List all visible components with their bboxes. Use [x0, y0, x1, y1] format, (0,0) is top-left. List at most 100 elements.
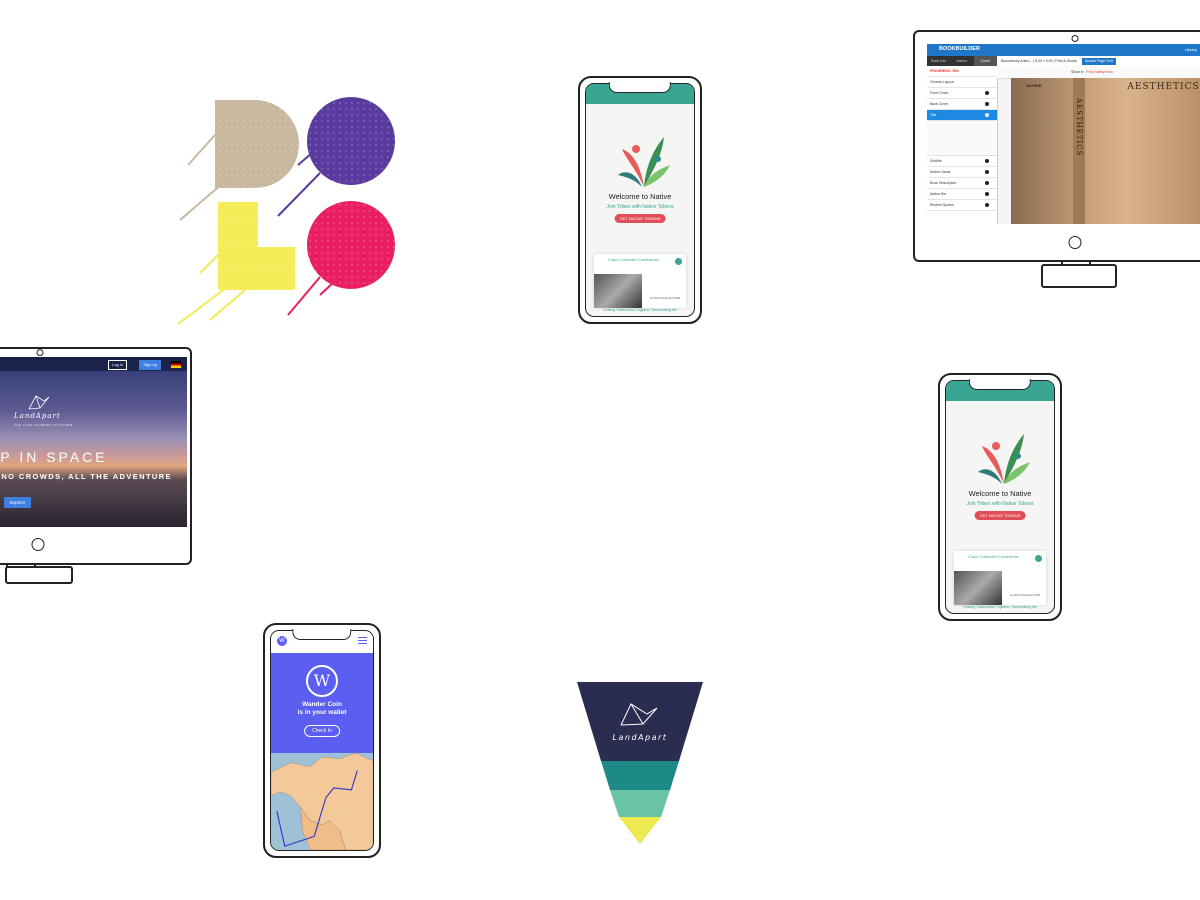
get-native-tokens-button[interactable]: GET NATIVE TOKENS	[614, 214, 666, 223]
event-card-title: Cloud Collective Conference	[608, 257, 659, 262]
native-phone-mockup-2: Welcome to Native Join Tribes with Nativ…	[938, 373, 1062, 621]
sidebar-item-subtitle[interactable]: Subtitle	[927, 156, 997, 167]
native-phone-screen: Welcome to Native Join Tribes with Nativ…	[585, 83, 695, 317]
sidebar-item-back-cover[interactable]: Back Cover	[927, 99, 997, 110]
bookbuilder-tabs: Book Info Interior Cover	[927, 56, 997, 66]
bookbuilder-sidebar: PROGRESS: 78% Choose Layout Front Cover …	[927, 66, 998, 224]
check-icon	[985, 159, 989, 163]
check-icon	[985, 203, 989, 207]
hamburger-menu-icon[interactable]	[358, 637, 367, 646]
native-phone-screen-2: Welcome to Native Join Tribes with Nativ…	[945, 380, 1055, 614]
event-photo	[594, 274, 642, 308]
tab-cover[interactable]: Cover	[973, 56, 997, 66]
native-subtitle: Join Tribes with Native Tokens	[966, 501, 1034, 507]
sidebar-item-label: Author Name	[930, 170, 951, 174]
wander-phone-screen: W W Wander Coin is in your wallet Check …	[270, 630, 374, 851]
wander-logo-icon[interactable]: W	[277, 636, 287, 646]
camera-icon	[1071, 35, 1079, 42]
camera-icon	[36, 349, 44, 356]
sidebar-item-label: Subtitle	[930, 159, 942, 163]
native-subtitle: Join Tribes with Native Tokens	[606, 204, 674, 210]
get-native-tokens-button[interactable]: GET NATIVE TOKENS	[974, 511, 1026, 520]
sidebar-item-label: Author Bio	[930, 192, 947, 196]
cover-title: AESTHETICS	[1127, 82, 1200, 92]
back-cover-heading: AUTHOR	[1026, 84, 1042, 88]
print-safety-toggle[interactable]: Print Safety Area	[1086, 70, 1112, 74]
bookbuilder-logo: BOOKBUILDER	[939, 46, 980, 52]
progress-label: PROGRESS: 78%	[927, 66, 997, 77]
native-welcome-heading: Welcome to Native	[968, 489, 1032, 498]
sidebar-item-front-cover[interactable]: Front Cover	[927, 88, 997, 99]
landapart-topbar: Log in Sign up	[0, 357, 187, 371]
check-icon	[985, 113, 989, 117]
explore-button[interactable]: Explore	[4, 497, 32, 508]
book-cover-preview: AUTHOR AESTHETICS AESTHETICS	[1011, 78, 1200, 224]
sidebar-title-editor[interactable]	[927, 121, 997, 156]
bookbuilder-screen: BOOKBUILDER Library Book Info Interior C…	[927, 44, 1200, 224]
event-logo: CLOUD COLLECTIVE	[1009, 593, 1040, 597]
sidebar-item-review-quotes[interactable]: Review Quotes	[927, 200, 997, 211]
landapart-triangle-logo: LandApart	[577, 682, 703, 844]
triangle-brand: LandApart	[613, 733, 668, 742]
spine-title: AESTHETICS	[1075, 98, 1084, 157]
monitor-stand-base	[5, 566, 73, 584]
show-in-toggle[interactable]: Show in	[1071, 70, 1083, 74]
landapart-screen: Log in Sign up LandApart THE LAND SHARIN…	[0, 357, 187, 527]
event-logo: CLOUD COLLECTIVE	[649, 296, 680, 300]
language-flag-icon[interactable]	[171, 361, 181, 368]
signup-button[interactable]: Sign up	[139, 360, 161, 370]
monitor-stand-base	[1041, 264, 1117, 288]
sidebar-item-book-description[interactable]: Book Description	[927, 178, 997, 189]
library-link[interactable]: Library	[1185, 47, 1197, 52]
book-title: Bloomsbury Antho...	[1001, 59, 1033, 63]
sidebar-item-label: Front Cover	[930, 91, 949, 95]
tab-book-info[interactable]: Book Info	[927, 56, 950, 66]
event-card[interactable]: Cloud Collective Conference CLOUD COLLEC…	[954, 551, 1046, 605]
sidebar-item-author-bio[interactable]: Author Bio	[927, 189, 997, 200]
event-photo	[954, 571, 1002, 605]
event-card[interactable]: Cloud Collective Conference CLOUD COLLEC…	[594, 254, 686, 308]
sidebar-item-label: Choose Layout	[930, 80, 954, 84]
login-button[interactable]: Log in	[108, 360, 127, 370]
check-icon	[985, 181, 989, 185]
wander-coin-logo: W	[306, 665, 338, 697]
phone-notch	[608, 82, 672, 93]
update-page-grid-button[interactable]: Update Page Grid	[1081, 58, 1116, 65]
phone-notch	[968, 379, 1032, 390]
sidebar-item-label: Review Quotes	[930, 203, 954, 207]
arrow-icon[interactable]	[675, 258, 682, 265]
home-button-icon	[1068, 236, 1082, 249]
landapart-desktop-mockup: Log in Sign up LandApart THE LAND SHARIN…	[0, 347, 192, 576]
arrow-icon[interactable]	[1035, 555, 1042, 562]
check-in-button[interactable]: Check In	[304, 725, 340, 737]
event-card-title: Cloud Collective Conference	[968, 554, 1019, 559]
sidebar-item-label: Back Cover	[930, 102, 949, 106]
native-footer-text: Hosting Tradeshows Together. Harmonizing…	[963, 605, 1037, 609]
sidebar-item-choose-layout[interactable]: Choose Layout	[927, 77, 997, 88]
bookbuilder-header: BOOKBUILDER Library	[927, 44, 1200, 56]
check-icon	[985, 170, 989, 174]
wander-title-line1: Wander Coin	[302, 701, 342, 708]
landapart-brand: LandApart	[14, 412, 61, 420]
map-graphic	[271, 752, 373, 850]
sidebar-item-author-name[interactable]: Author Name	[927, 167, 997, 178]
sidebar-item-title[interactable]: Title	[927, 110, 997, 121]
check-icon	[985, 192, 989, 196]
native-phone-mockup: Welcome to Native Join Tribes with Nativ…	[578, 76, 702, 324]
landapart-constellation-logo	[28, 395, 50, 410]
wander-phone-mockup: W W Wander Coin is in your wallet Check …	[263, 623, 381, 858]
sidebar-item-label: Title	[930, 113, 937, 117]
wander-route-map[interactable]	[271, 752, 373, 850]
check-icon	[985, 102, 989, 106]
native-plant-illustration	[978, 434, 1030, 484]
phone-notch	[292, 629, 352, 640]
book-format: Print & Ebook	[1055, 59, 1077, 63]
check-icon	[985, 91, 989, 95]
landapart-subheadline: S, NO CROWDS, ALL THE ADVENTURE	[0, 472, 172, 481]
landapart-tagline: THE LAND SHARING PLATFORM	[14, 423, 73, 427]
sidebar-item-label: Book Description	[930, 181, 957, 185]
wander-hero: W Wander Coin is in your wallet Check In	[271, 653, 373, 753]
landapart-headline: AP IN SPACE	[0, 449, 108, 465]
wander-title: Wander Coin is in your wallet	[271, 701, 373, 717]
tab-interior[interactable]: Interior	[950, 56, 973, 66]
